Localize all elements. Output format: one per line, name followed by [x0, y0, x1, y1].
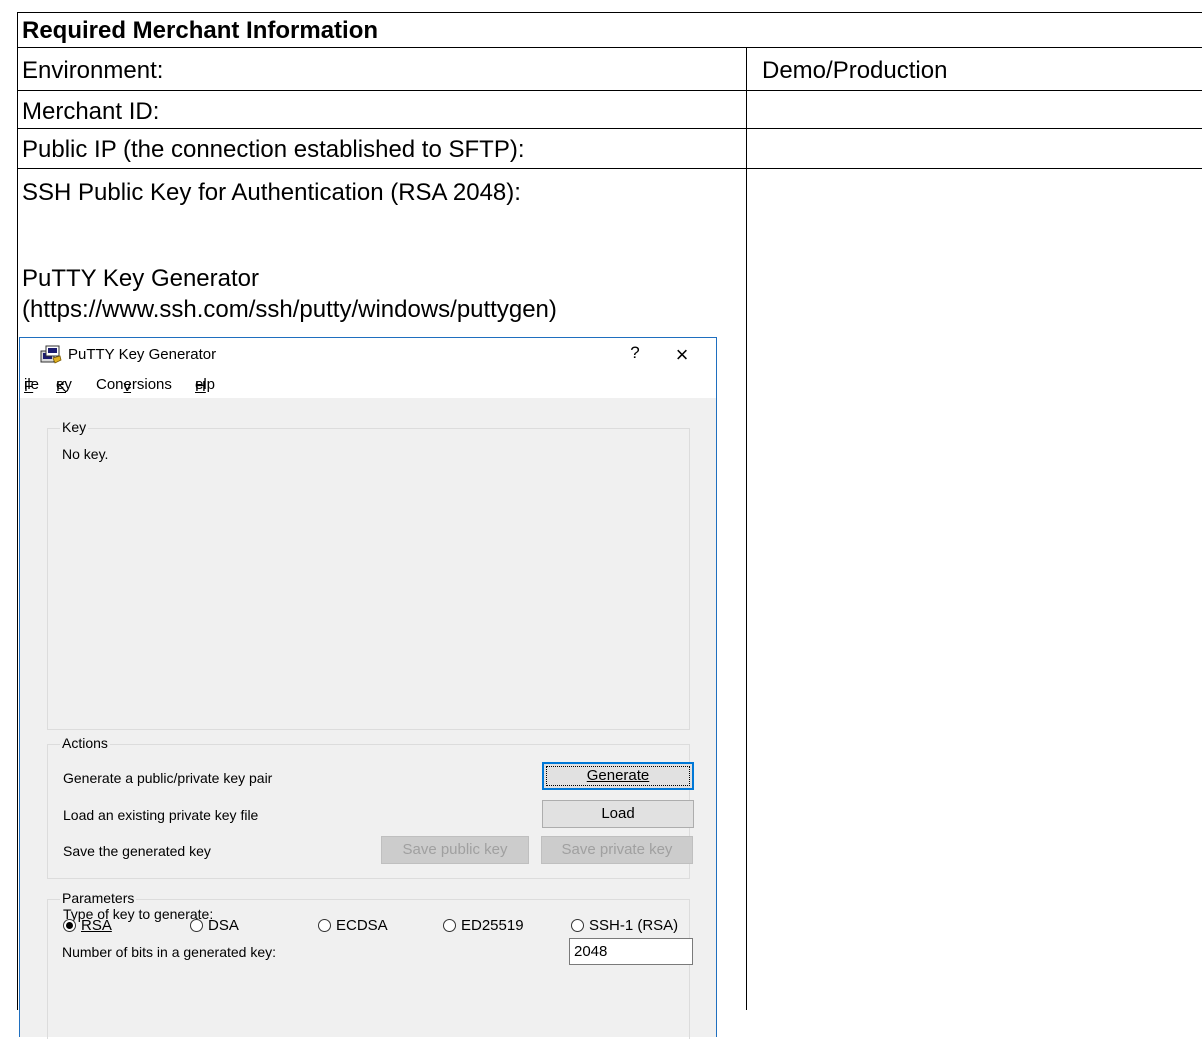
radio-rsa-label: RSA — [81, 917, 112, 934]
close-button[interactable]: × — [670, 342, 694, 368]
puttygen-title-text: PuTTY Key Generator — [22, 265, 259, 292]
bits-input[interactable] — [569, 938, 693, 965]
radio-dsa[interactable]: DSA — [190, 917, 239, 934]
radio-rsa[interactable]: RSA — [63, 917, 112, 934]
radio-ssh1-label: SSH-1 (RSA) — [589, 917, 679, 934]
table-border-top — [17, 12, 1202, 13]
radio-dot — [571, 919, 584, 932]
public-ip-label: Public IP (the connection established to… — [22, 136, 525, 163]
row-divider — [17, 128, 1202, 129]
parameters-group-label: Parameters — [60, 890, 137, 906]
key-status-text: No key. — [62, 446, 109, 462]
menu-conversions[interactable]: Con v ersions — [96, 376, 172, 395]
row-divider — [17, 90, 1202, 91]
radio-ed25519-label: ED25519 — [461, 917, 524, 934]
actions-group-label: Actions — [60, 735, 110, 751]
load-description: Load an existing private key file — [63, 807, 259, 823]
menu-help[interactable]: Help — [195, 376, 215, 395]
table-border-left — [17, 12, 18, 1010]
radio-ssh1-rsa[interactable]: SSH-1 (RSA) — [571, 917, 678, 934]
bits-label: Number of bits in a generated key: — [62, 944, 277, 960]
menu-file[interactable]: File — [24, 376, 39, 395]
environment-label: Environment: — [22, 57, 164, 84]
radio-ed25519[interactable]: ED25519 — [443, 917, 524, 934]
help-button[interactable]: ? — [625, 343, 645, 367]
key-group — [47, 428, 690, 730]
menu-bar: File Key Con v ersions Help — [20, 374, 716, 398]
row-divider — [17, 168, 1202, 169]
generate-description: Generate a public/private key pair — [63, 770, 273, 786]
load-button[interactable]: Load — [542, 800, 694, 828]
ssh-key-label: SSH Public Key for Authentication (RSA 2… — [22, 179, 521, 206]
save-public-key-button[interactable]: Save public key — [381, 836, 529, 864]
radio-dot — [190, 919, 203, 932]
radio-ecdsa-label: ECDSA — [336, 917, 388, 934]
key-group-label: Key — [60, 419, 89, 435]
puttygen-url-text: (https://www.ssh.com/ssh/putty/windows/p… — [22, 296, 557, 323]
menu-key[interactable]: Key — [56, 376, 72, 395]
row-divider — [17, 47, 1202, 48]
radio-dot — [443, 919, 456, 932]
radio-dsa-label: DSA — [208, 917, 239, 934]
environment-value: Demo/Production — [762, 57, 948, 84]
puttygen-app-icon — [40, 345, 62, 364]
radio-dot — [318, 919, 331, 932]
document-page: Required Merchant Information Environmen… — [0, 0, 1202, 1039]
radio-ecdsa[interactable]: ECDSA — [318, 917, 388, 934]
table-header: Required Merchant Information — [22, 17, 379, 44]
save-description: Save the generated key — [63, 843, 211, 859]
save-private-key-button[interactable]: Save private key — [541, 836, 693, 864]
generate-button[interactable]: Generate — [542, 762, 694, 790]
title-bar: PuTTY Key Generator ? × — [20, 338, 716, 374]
focus-rectangle — [546, 766, 690, 786]
radio-dot-selected — [63, 919, 76, 932]
merchant-id-label: Merchant ID: — [22, 98, 160, 125]
column-divider — [746, 47, 747, 1010]
window-title: PuTTY Key Generator — [68, 346, 217, 363]
